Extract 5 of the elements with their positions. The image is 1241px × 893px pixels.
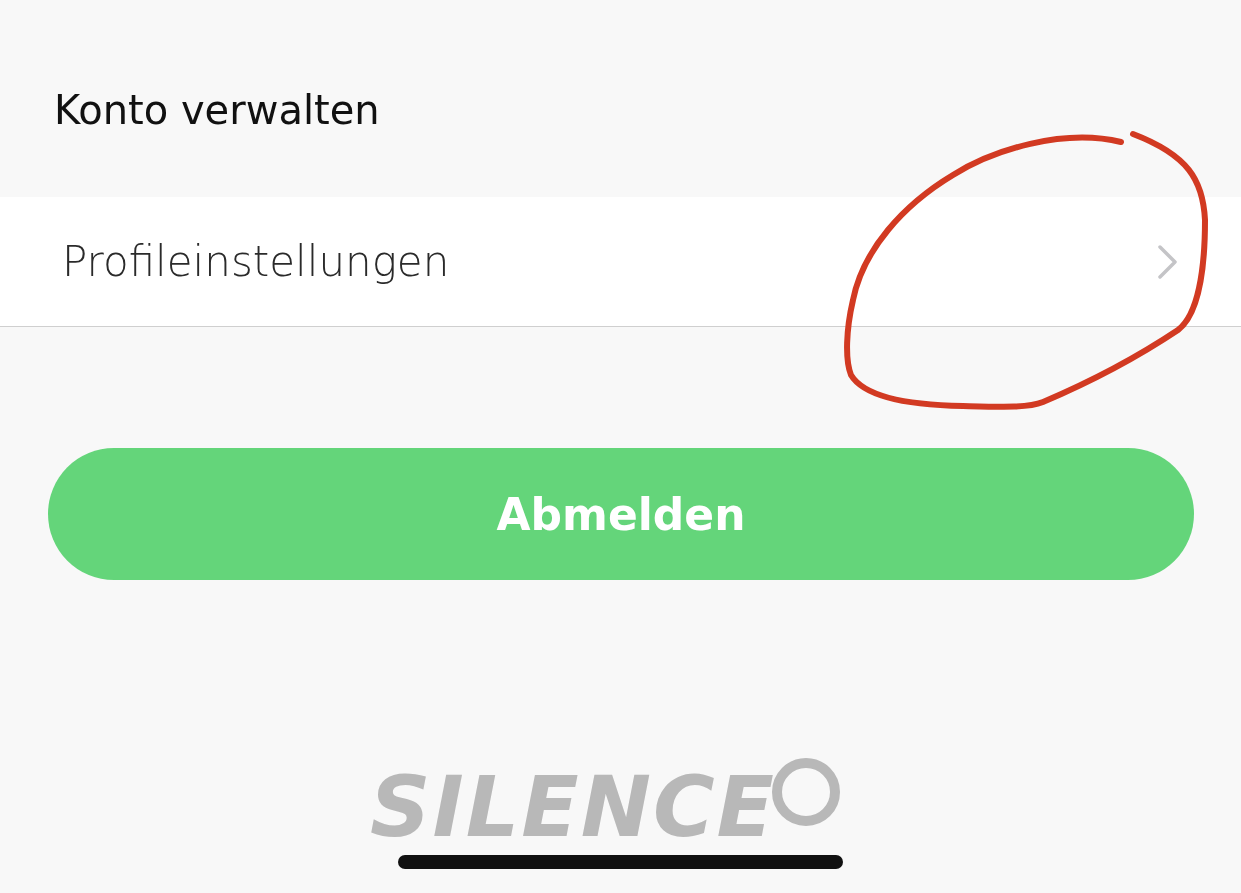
menu-row[interactable]: Profileinstellungen <box>0 197 1241 327</box>
logo-text: SILENCE <box>370 764 776 850</box>
menu-label: Profileinstellungen <box>62 237 450 286</box>
section-title: Konto verwalten <box>53 86 381 135</box>
chevron-right-icon <box>1157 243 1179 280</box>
